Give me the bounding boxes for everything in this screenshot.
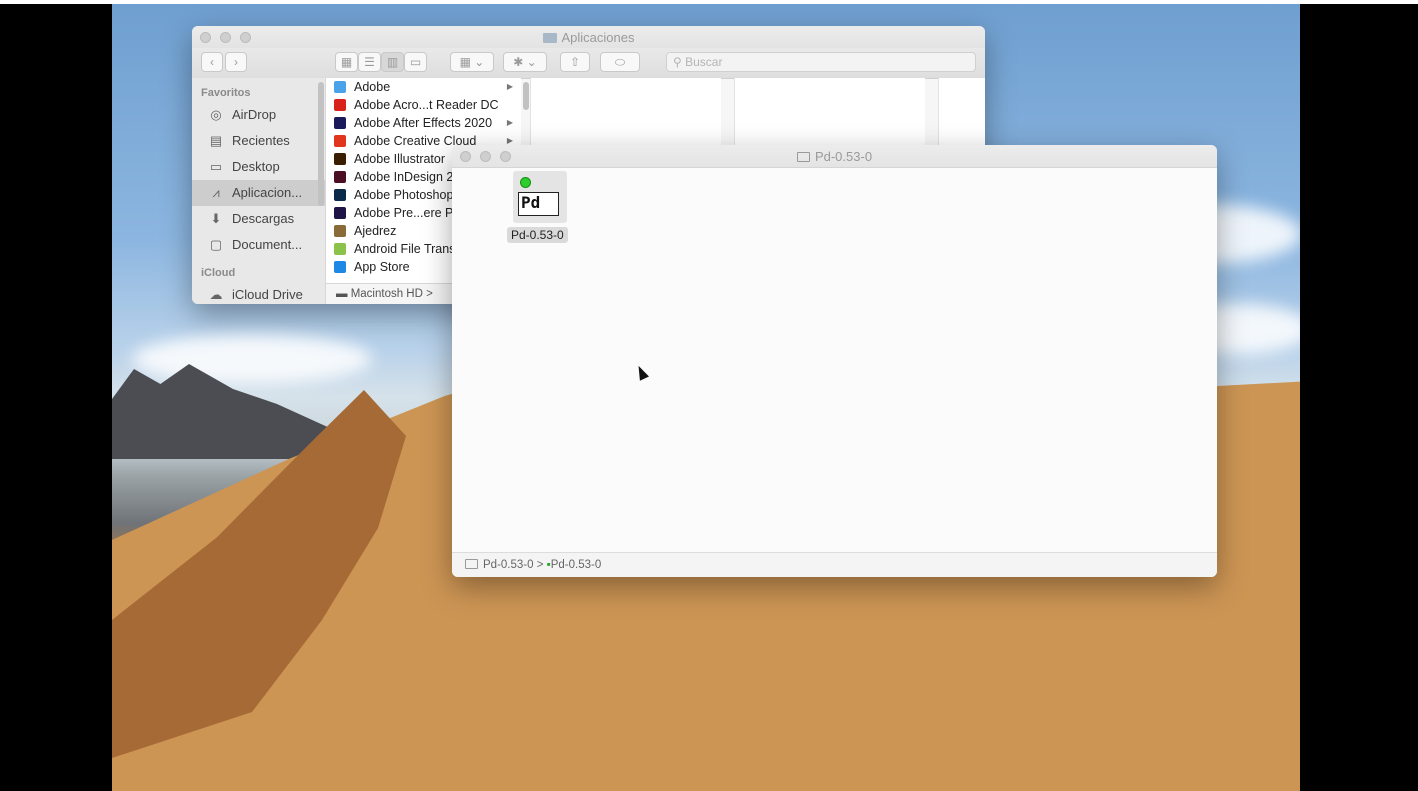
sidebar-item-documents[interactable]: ▢ Document...: [192, 232, 325, 258]
list-scrollbar[interactable]: [523, 82, 529, 110]
search-input[interactable]: ⚲ Buscar: [666, 52, 976, 72]
list-view-button[interactable]: ☰: [358, 52, 381, 72]
pd-app-label[interactable]: Pd-0.53-0: [507, 227, 568, 243]
file-name: App Store: [354, 260, 410, 274]
file-name: Adobe Photoshop: [354, 188, 454, 202]
illustrator-icon: [334, 153, 346, 165]
search-icon: ⚲: [673, 55, 686, 69]
desktop-icon: ▭: [209, 159, 223, 174]
disk-icon: [796, 152, 810, 162]
path-separator: >: [536, 559, 544, 571]
chess-icon: [334, 225, 346, 237]
pd-green-dot-icon: [520, 177, 531, 188]
column-view-button[interactable]: ▥: [381, 52, 404, 72]
cloud: [132, 334, 372, 384]
appstore-icon: [334, 261, 346, 273]
pd-window: Pd-0.53-0 Pd Pd-0.53-0 Pd-0.53-0 > ▪Pd-0…: [452, 145, 1217, 577]
file-name: Adobe Pre...ere P: [354, 206, 454, 220]
aftereffects-icon: [334, 117, 346, 129]
indesign-icon: [334, 171, 346, 183]
documents-icon: ▢: [209, 237, 223, 252]
pd-logo-text: Pd: [518, 192, 559, 216]
path-item-pd-app[interactable]: Pd-0.53-0: [551, 559, 602, 571]
sidebar-item-applications[interactable]: ⩘ Aplicacion...: [192, 180, 325, 206]
sidebar-item-icloud-drive[interactable]: ☁ iCloud Drive: [192, 282, 325, 304]
disk-icon: [465, 559, 478, 569]
file-name: Adobe: [354, 80, 391, 94]
pd-app-icon[interactable]: Pd: [513, 171, 567, 223]
applications-icon: ⩘: [212, 185, 220, 200]
sidebar-header-favorites: Favoritos: [201, 87, 251, 99]
file-name: Android File Trans: [354, 242, 456, 256]
disclosure-arrow-icon: ▶: [506, 118, 513, 127]
folder-icon: [334, 81, 346, 93]
list-item[interactable]: Adobe ▶: [326, 78, 521, 96]
file-name: Adobe Illustrator: [354, 152, 446, 166]
file-name: Adobe After Effects 2020: [354, 116, 493, 130]
acrobat-icon: [334, 99, 346, 111]
sidebar-scrollbar[interactable]: [318, 82, 324, 206]
finder-toolbar: ‹ › ▦ ☰ ▥ ▭ ▦ ⌄ ✱ ⌄ ⇧ ⬭ ⚲ Buscar: [192, 48, 985, 79]
path-item-macintosh-hd[interactable]: Macintosh HD: [351, 288, 423, 300]
list-item[interactable]: Adobe Acro...t Reader DC: [326, 96, 521, 114]
sidebar-item-airdrop[interactable]: ◎ AirDrop: [192, 102, 325, 128]
path-separator: >: [426, 288, 433, 300]
file-name: Adobe InDesign 2: [354, 170, 454, 184]
back-button[interactable]: ‹: [201, 52, 223, 72]
share-button[interactable]: ⇧: [560, 52, 590, 72]
window-title: Pd-0.53-0: [452, 149, 1217, 164]
pd-path-bar: Pd-0.53-0 > ▪Pd-0.53-0: [452, 552, 1217, 577]
disclosure-arrow-icon: ▶: [506, 82, 513, 91]
cloud-icon: ☁: [209, 287, 223, 302]
file-name: Ajedrez: [354, 224, 397, 238]
forward-button[interactable]: ›: [225, 52, 247, 72]
window-title: Aplicaciones: [192, 30, 985, 45]
recents-icon: ▤: [209, 133, 223, 148]
path-item-volume[interactable]: Pd-0.53-0: [483, 559, 534, 571]
pd-titlebar[interactable]: Pd-0.53-0: [452, 145, 1217, 168]
sidebar-header-icloud: iCloud: [201, 267, 236, 279]
action-button[interactable]: ✱ ⌄: [503, 52, 547, 72]
finder-sidebar: Favoritos ◎ AirDrop ▤ Recientes ▭ Desktop ⩘…: [192, 78, 326, 304]
sidebar-item-downloads[interactable]: ⬇ Descargas: [192, 206, 325, 232]
file-name: Adobe Acro...t Reader DC: [354, 98, 499, 112]
sidebar-item-desktop[interactable]: ▭ Desktop: [192, 154, 325, 180]
disk-icon: ▬: [336, 288, 351, 300]
gallery-view-button[interactable]: ▭: [404, 52, 427, 72]
photoshop-icon: [334, 189, 346, 201]
premiere-icon: [334, 207, 346, 219]
airdrop-icon: ◎: [210, 107, 222, 122]
tags-button[interactable]: ⬭: [600, 52, 640, 72]
icon-view-button[interactable]: ▦: [335, 52, 358, 72]
finder-titlebar[interactable]: Aplicaciones: [192, 26, 985, 48]
list-item[interactable]: Adobe After Effects 2020 ▶: [326, 114, 521, 132]
group-button[interactable]: ▦ ⌄: [450, 52, 494, 72]
android-icon: [334, 243, 346, 255]
folder-icon: [542, 33, 557, 43]
sidebar-item-recents[interactable]: ▤ Recientes: [192, 128, 325, 154]
downloads-icon: ⬇: [210, 211, 222, 226]
creativecloud-icon: [334, 135, 346, 147]
